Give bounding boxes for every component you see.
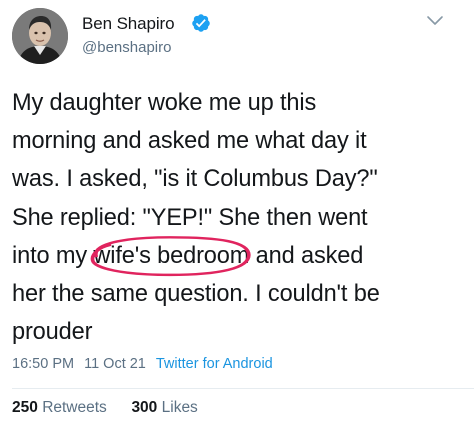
- tweet-line: My daughter woke me up this: [12, 90, 317, 116]
- likes-count: 300: [131, 399, 158, 416]
- retweets-count: 250: [12, 399, 38, 416]
- author-handle[interactable]: @benshapiro: [82, 39, 171, 56]
- avatar[interactable]: [12, 8, 68, 64]
- tweet-line: her the same question. I couldn't be: [12, 281, 380, 308]
- retweets-label: Retweets: [42, 399, 107, 416]
- author-name[interactable]: Ben Shapiro: [82, 14, 175, 34]
- tweet-card: Ben Shapiro @benshapiro My daughter woke…: [0, 0, 474, 425]
- divider: [12, 388, 474, 389]
- tweet-line: was. I asked, "is it Columbus Day?": [12, 166, 378, 193]
- chevron-down-icon[interactable]: [425, 14, 445, 28]
- tweet-line: prouder: [12, 319, 93, 346]
- tweet-date[interactable]: 11 Oct 21: [84, 356, 146, 372]
- tweet-line: into my wife's bedroom and asked: [12, 235, 470, 276]
- tweet-line: She replied: "YEP!" She then went: [12, 204, 368, 231]
- tweet-time[interactable]: 16:50 PM: [12, 356, 74, 372]
- retweets-stat[interactable]: 250 Retweets: [12, 399, 107, 416]
- avatar-photo: [12, 8, 68, 64]
- tweet-stats: 250 Retweets 300 Likes: [12, 399, 198, 417]
- tweet-source-link[interactable]: Twitter for Android: [156, 356, 273, 372]
- tweet-line: morning and asked me what day it: [12, 128, 367, 155]
- likes-stat[interactable]: 300 Likes: [131, 399, 197, 416]
- tweet-meta: 16:50 PM 11 Oct 21 Twitter for Android: [12, 356, 273, 372]
- verified-badge-icon: [192, 14, 210, 32]
- tweet-text: My daughter woke me up this morning and …: [12, 84, 470, 351]
- circled-phrase: wife's bedroom: [91, 235, 252, 276]
- likes-label: Likes: [161, 399, 198, 416]
